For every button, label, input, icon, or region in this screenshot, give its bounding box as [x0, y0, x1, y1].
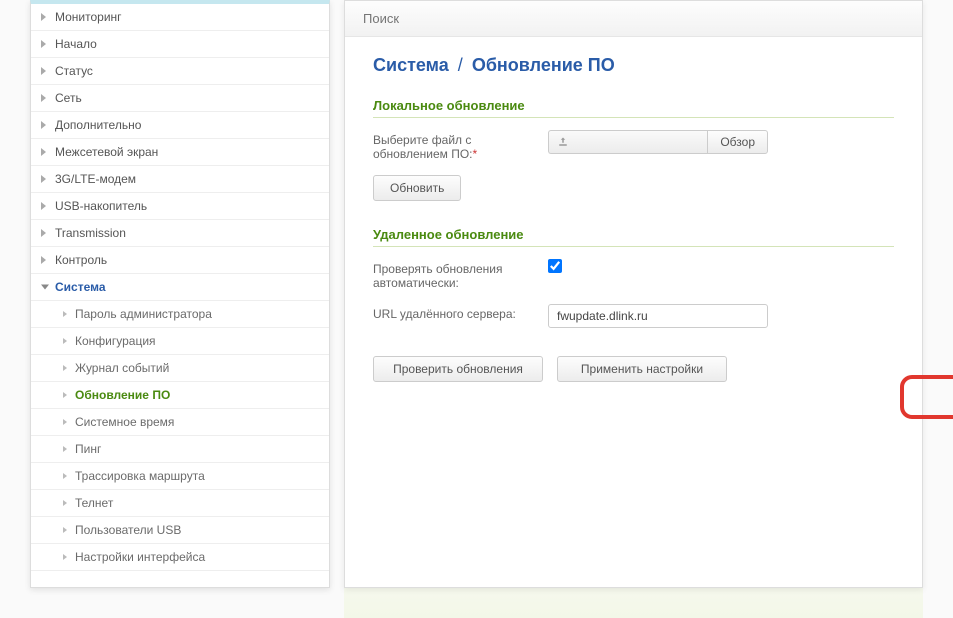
auto-check-checkbox[interactable]	[548, 259, 562, 273]
sidebar-item-advanced[interactable]: Дополнительно	[31, 112, 329, 139]
file-label: Выберите файл с обновлением ПО:*	[373, 130, 548, 161]
browse-button[interactable]: Обзор	[707, 130, 768, 154]
sidebar-item-usb-storage[interactable]: USB-накопитель	[31, 193, 329, 220]
sidebar-sub-eventlog[interactable]: Журнал событий	[31, 355, 329, 382]
sidebar-item-monitoring[interactable]: Мониторинг	[31, 4, 329, 31]
remote-url-input[interactable]	[548, 304, 768, 328]
update-button[interactable]: Обновить	[373, 175, 461, 201]
apply-highlight	[900, 375, 953, 419]
breadcrumb-page: Обновление ПО	[472, 55, 615, 75]
sidebar-item-transmission[interactable]: Transmission	[31, 220, 329, 247]
sidebar-sub-traceroute[interactable]: Трассировка маршрута	[31, 463, 329, 490]
sidebar-item-start[interactable]: Начало	[31, 31, 329, 58]
auto-check-label: Проверять обновления автоматически:	[373, 259, 548, 290]
sidebar-sub-config[interactable]: Конфигурация	[31, 328, 329, 355]
breadcrumb: Система / Обновление ПО	[373, 55, 894, 76]
section-remote-title: Удаленное обновление	[373, 227, 894, 247]
sidebar-item-3g-lte[interactable]: 3G/LTE-модем	[31, 166, 329, 193]
sidebar-item-system[interactable]: Система	[31, 274, 329, 301]
sidebar-sub-telnet[interactable]: Телнет	[31, 490, 329, 517]
file-picker: Обзор	[548, 130, 768, 154]
url-label: URL удалённого сервера:	[373, 304, 548, 321]
sidebar-sub-firmware-update[interactable]: Обновление ПО	[31, 382, 329, 409]
sidebar-item-status[interactable]: Статус	[31, 58, 329, 85]
required-mark: *	[473, 147, 478, 161]
sidebar-item-control[interactable]: Контроль	[31, 247, 329, 274]
file-display[interactable]	[548, 130, 707, 154]
upload-icon	[557, 136, 569, 148]
sidebar-sub-ui-settings[interactable]: Настройки интерфейса	[31, 544, 329, 571]
main-panel: Система / Обновление ПО Локальное обновл…	[344, 0, 923, 588]
apply-settings-button[interactable]: Применить настройки	[557, 356, 727, 382]
sidebar: Мониторинг Начало Статус Сеть Дополнител…	[30, 0, 330, 588]
breadcrumb-sep: /	[454, 55, 467, 75]
sidebar-item-firewall[interactable]: Межсетевой экран	[31, 139, 329, 166]
sidebar-sub-ping[interactable]: Пинг	[31, 436, 329, 463]
breadcrumb-root: Система	[373, 55, 449, 75]
check-updates-button[interactable]: Проверить обновления	[373, 356, 543, 382]
sidebar-sub-system-time[interactable]: Системное время	[31, 409, 329, 436]
sidebar-sub-admin-password[interactable]: Пароль администратора	[31, 301, 329, 328]
search-input[interactable]	[363, 11, 904, 26]
section-local-title: Локальное обновление	[373, 98, 894, 118]
sidebar-item-network[interactable]: Сеть	[31, 85, 329, 112]
search-bar	[345, 1, 922, 37]
sidebar-sub-usb-users[interactable]: Пользователи USB	[31, 517, 329, 544]
